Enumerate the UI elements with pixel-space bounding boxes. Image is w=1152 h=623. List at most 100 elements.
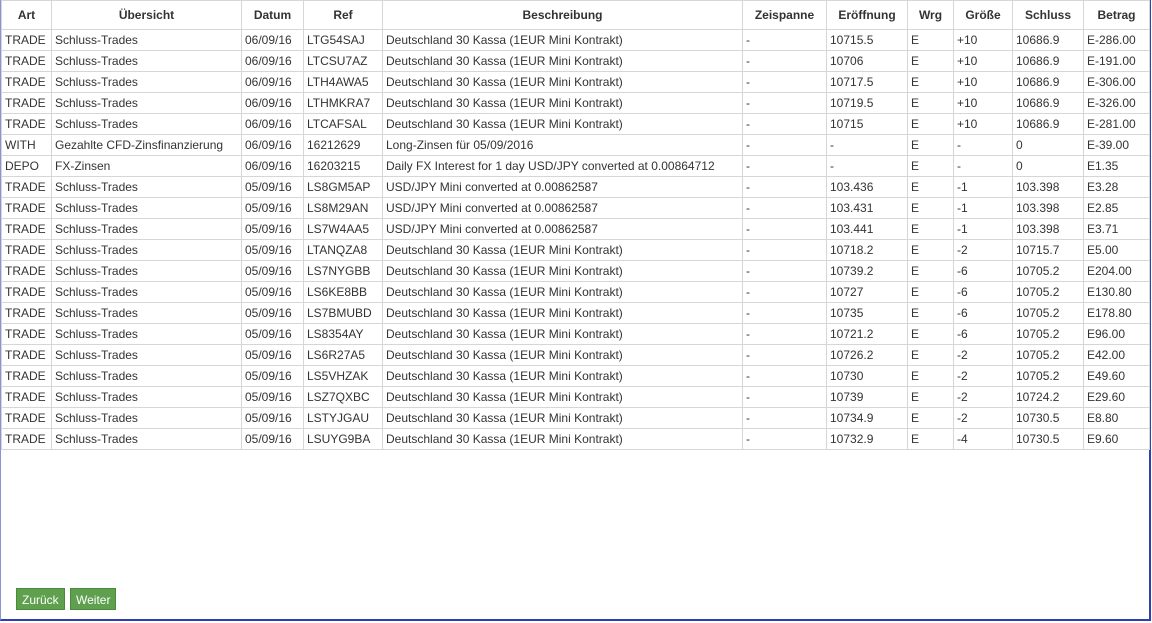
table-row: TRADE Schluss-Trades 06/09/16 LTCSU7AZ Deuts… [1,50,1150,72]
beschreibung-cell: Deutschland 30 Kassa (1EUR Mini Kontrakt… [382,239,743,261]
schluss-cell: 103.398 [1012,197,1084,219]
table-row: TRADE Schluss-Trades 05/09/16 LS8354AY Deuts… [1,323,1150,345]
eroeffnung-cell: 10715.5 [826,29,908,51]
beschreibung-cell: Deutschland 30 Kassa (1EUR Mini Kontrakt… [382,71,743,93]
eroeffnung-cell: - [826,155,908,177]
schluss-cell: 10705.2 [1012,281,1084,303]
wrg-cell: E [907,281,954,303]
datum-cell: 05/09/16 [241,344,304,366]
col-header-groesse: Größe [953,0,1013,30]
groesse-cell: +10 [953,50,1013,72]
col-header-uebersicht: Übersicht [51,0,242,30]
uebersicht-cell: Schluss-Trades [51,239,242,261]
uebersicht-cell: Schluss-Trades [51,176,242,198]
zeispanne-cell: - [742,386,827,408]
wrg-cell: E [907,71,954,93]
uebersicht-cell: Schluss-Trades [51,218,242,240]
uebersicht-cell: Schluss-Trades [51,428,242,450]
groesse-cell: +10 [953,92,1013,114]
table-row: TRADE Schluss-Trades 05/09/16 LS8GM5AP USD/J… [1,176,1150,198]
schluss-cell: 10686.9 [1012,71,1084,93]
wrg-cell: E [907,302,954,324]
ref-cell: 16212629 [303,134,383,156]
datum-cell: 05/09/16 [241,197,304,219]
wrg-cell: E [907,323,954,345]
beschreibung-cell: Deutschland 30 Kassa (1EUR Mini Kontrakt… [382,323,743,345]
beschreibung-cell: Deutschland 30 Kassa (1EUR Mini Kontrakt… [382,365,743,387]
wrg-cell: E [907,155,954,177]
schluss-cell: 10730.5 [1012,407,1084,429]
datum-cell: 06/09/16 [241,29,304,51]
wrg-cell: E [907,407,954,429]
ref-cell: LTCSU7AZ [303,50,383,72]
ref-cell: LS8GM5AP [303,176,383,198]
uebersicht-cell: Schluss-Trades [51,71,242,93]
schluss-cell: 103.398 [1012,218,1084,240]
groesse-cell: -2 [953,386,1013,408]
ref-cell: LS6R27A5 [303,344,383,366]
uebersicht-cell: Schluss-Trades [51,386,242,408]
betrag-cell: E3.28 [1083,176,1150,198]
ref-cell: LS7W4AA5 [303,218,383,240]
eroeffnung-cell: 10735 [826,302,908,324]
art-cell: TRADE [1,260,52,282]
col-header-beschreibung: Beschreibung [382,0,743,30]
betrag-cell: E2.85 [1083,197,1150,219]
table-row: TRADE Schluss-Trades 06/09/16 LTCAFSAL Deuts… [1,113,1150,135]
art-cell: TRADE [1,176,52,198]
art-cell: TRADE [1,386,52,408]
beschreibung-cell: Deutschland 30 Kassa (1EUR Mini Kontrakt… [382,428,743,450]
table-row: TRADE Schluss-Trades 05/09/16 LS7NYGBB Deuts… [1,260,1150,282]
ref-cell: LTANQZA8 [303,239,383,261]
table-row: WITH Gezahlte CFD-Zinsfinanzierung 06/09/1… [1,134,1150,156]
schluss-cell: 103.398 [1012,176,1084,198]
datum-cell: 05/09/16 [241,260,304,282]
art-cell: TRADE [1,407,52,429]
zeispanne-cell: - [742,302,827,324]
table-row: TRADE Schluss-Trades 05/09/16 LS6R27A5 Deuts… [1,344,1150,366]
zeispanne-cell: - [742,323,827,345]
table-row: TRADE Schluss-Trades 05/09/16 LS7BMUBD Deuts… [1,302,1150,324]
table-row: TRADE Schluss-Trades 05/09/16 LS5VHZAK Deuts… [1,365,1150,387]
beschreibung-cell: Deutschland 30 Kassa (1EUR Mini Kontrakt… [382,407,743,429]
groesse-cell: -6 [953,281,1013,303]
ref-cell: LTH4AWA5 [303,71,383,93]
zeispanne-cell: - [742,197,827,219]
datum-cell: 05/09/16 [241,281,304,303]
art-cell: TRADE [1,302,52,324]
zeispanne-cell: - [742,50,827,72]
datum-cell: 06/09/16 [241,50,304,72]
betrag-cell: E3.71 [1083,218,1150,240]
uebersicht-cell: Schluss-Trades [51,29,242,51]
art-cell: TRADE [1,281,52,303]
ref-cell: LSUYG9BA [303,428,383,450]
col-header-schluss: Schluss [1012,0,1084,30]
uebersicht-cell: Schluss-Trades [51,260,242,282]
art-cell: WITH [1,134,52,156]
beschreibung-cell: Deutschland 30 Kassa (1EUR Mini Kontrakt… [382,260,743,282]
betrag-cell: E49.60 [1083,365,1150,387]
groesse-cell: +10 [953,29,1013,51]
table-body: TRADE Schluss-Trades 06/09/16 LTG54SAJ Deuts… [1,29,1150,450]
col-header-datum: Datum [241,0,304,30]
uebersicht-cell: Schluss-Trades [51,197,242,219]
next-button[interactable]: Weiter [70,588,117,610]
col-header-zeispanne: Zeispanne [742,0,827,30]
wrg-cell: E [907,386,954,408]
schluss-cell: 0 [1012,134,1084,156]
back-button[interactable]: Zurück [16,588,65,610]
betrag-cell: E9.60 [1083,428,1150,450]
zeispanne-cell: - [742,155,827,177]
eroeffnung-cell: 10726.2 [826,344,908,366]
groesse-cell: - [953,134,1013,156]
groesse-cell: -4 [953,428,1013,450]
datum-cell: 05/09/16 [241,218,304,240]
zeispanne-cell: - [742,176,827,198]
zeispanne-cell: - [742,29,827,51]
wrg-cell: E [907,134,954,156]
art-cell: TRADE [1,218,52,240]
art-cell: TRADE [1,428,52,450]
groesse-cell: -2 [953,365,1013,387]
betrag-cell: E96.00 [1083,323,1150,345]
groesse-cell: - [953,155,1013,177]
